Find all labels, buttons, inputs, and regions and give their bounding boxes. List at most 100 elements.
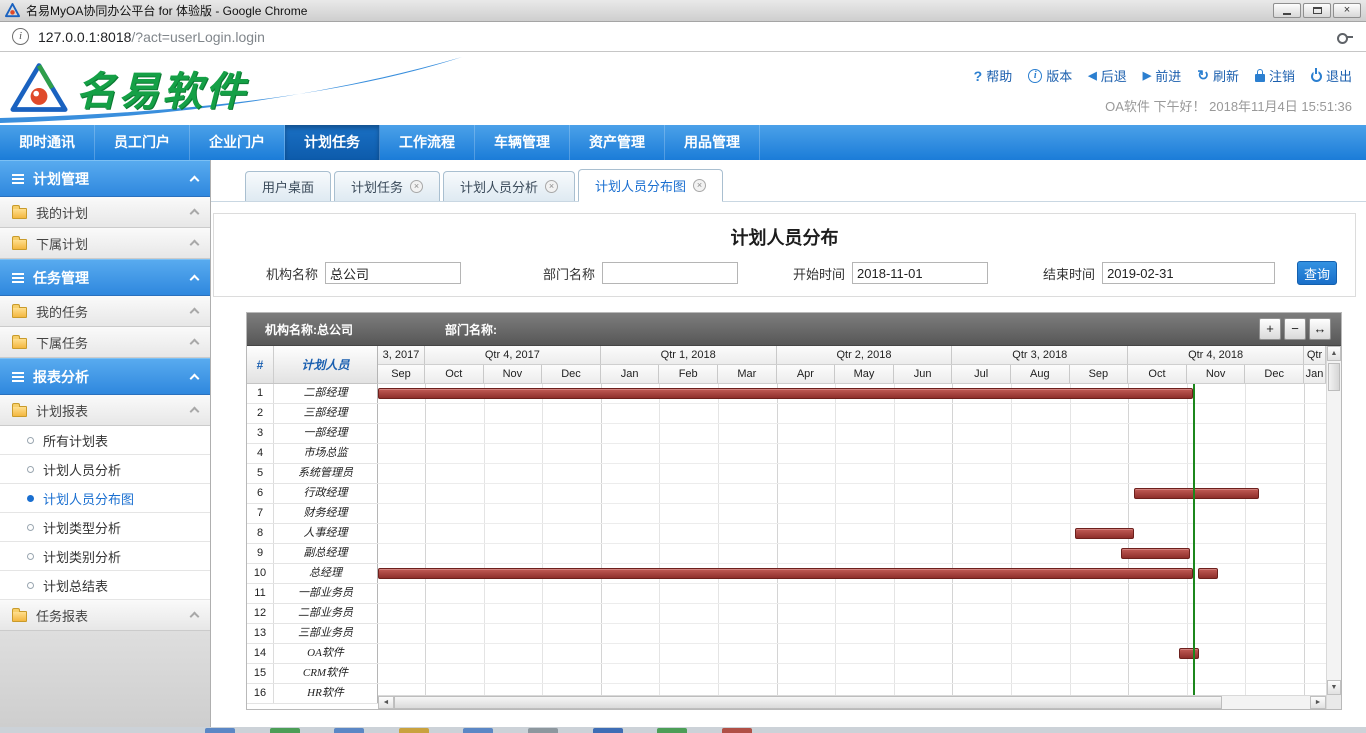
sidebar-item-label: 计划人员分析 [43,460,121,479]
person-row-index: 9 [247,544,274,563]
password-key-icon[interactable] [1336,29,1354,45]
gantt-bar[interactable] [1134,488,1259,499]
person-row[interactable]: 4市场总监 [247,444,378,464]
sidebar-folder-my-plans[interactable]: 我的计划 [0,197,210,228]
url-text[interactable]: 127.0.0.1:8018/?act=userLogin.login [38,29,265,45]
tab-plan-tasks[interactable]: 计划任务× [334,171,440,201]
scroll-down-button[interactable]: ▼ [1327,680,1341,695]
nav-item-employee-portal[interactable]: 员工门户 [95,125,190,160]
sidebar-item-plan-summary-table[interactable]: 计划总结表 [0,571,210,600]
scroll-up-button[interactable]: ▲ [1327,346,1341,361]
gantt-bar[interactable] [1121,548,1190,559]
tab-plan-person-distribution[interactable]: 计划人员分布图× [578,169,723,201]
nav-item-plan-tasks[interactable]: 计划任务 [285,125,380,160]
search-button[interactable]: 查询 [1297,261,1337,285]
person-row[interactable]: 7财务经理 [247,504,378,524]
person-row[interactable]: 10总经理 [247,564,378,584]
taskbar-icon[interactable] [463,728,493,733]
minimize-button[interactable] [1273,3,1301,18]
info-circle-icon: i [1028,69,1042,83]
scroll-left-button[interactable]: ◄ [378,696,394,709]
person-row[interactable]: 13三部业务员 [247,624,378,644]
nav-item-instant-messaging[interactable]: 即时通讯 [0,125,95,160]
dept-name-input[interactable] [602,262,738,284]
person-row[interactable]: 15CRM软件 [247,664,378,684]
header-link-refresh[interactable]: ↻刷新 [1197,66,1239,85]
window-titlebar[interactable]: 名易MyOA协同办公平台 for 体验版 - Google Chrome × [0,0,1366,22]
vertical-scroll-thumb[interactable] [1328,363,1340,391]
browser-address-bar[interactable]: i 127.0.0.1:8018/?act=userLogin.login [0,22,1366,52]
sidebar-folder-plan-reports[interactable]: 计划报表 [0,395,210,426]
gantt-bar[interactable] [378,568,1193,579]
taskbar-icon[interactable] [270,728,300,733]
org-name-input[interactable] [325,262,461,284]
gantt-bar[interactable] [1198,568,1218,579]
page-info-icon[interactable]: i [12,28,29,45]
tab-user-desktop[interactable]: 用户桌面 [245,171,331,201]
start-date-input[interactable] [852,262,988,284]
month-cell: Mar [718,365,777,384]
person-row[interactable]: 16HR软件 [247,684,378,704]
nav-item-vehicle-management[interactable]: 车辆管理 [475,125,570,160]
sidebar-section-report-analysis[interactable]: 报表分析 [0,358,210,395]
end-date-input[interactable] [1102,262,1275,284]
person-row[interactable]: 1二部经理 [247,384,378,404]
vertical-scrollbar[interactable]: ▲ ▼ [1326,346,1341,709]
scroll-right-button[interactable]: ► [1310,696,1326,709]
taskbar-icon[interactable] [528,728,558,733]
zoom-in-button[interactable]: + [1259,318,1281,340]
nav-item-supplies-management[interactable]: 用品管理 [665,125,760,160]
sidebar-item-plan-person-analysis[interactable]: 计划人员分析 [0,455,210,484]
tab-close-icon[interactable]: × [410,180,423,193]
sidebar-item-all-plans-table[interactable]: 所有计划表 [0,426,210,455]
person-row[interactable]: 3一部经理 [247,424,378,444]
tab-close-icon[interactable]: × [693,179,706,192]
sidebar-section-task-management[interactable]: 任务管理 [0,259,210,296]
zoom-out-button[interactable]: − [1284,318,1306,340]
header-link-help[interactable]: ?帮助 [974,66,1013,85]
gantt-bar[interactable] [378,388,1193,399]
nav-item-asset-management[interactable]: 资产管理 [570,125,665,160]
tab-plan-person-analysis[interactable]: 计划人员分析× [443,171,575,201]
gantt-bar[interactable] [1075,528,1134,539]
header-link-exit[interactable]: 退出 [1311,66,1352,85]
maximize-button[interactable] [1303,3,1331,18]
sidebar-item-plan-type-analysis[interactable]: 计划类型分析 [0,513,210,542]
sidebar-folder-subordinate-plans[interactable]: 下属计划 [0,228,210,259]
gantt-bar[interactable] [1179,648,1199,659]
sidebar-item-plan-person-distribution[interactable]: 计划人员分布图 [0,484,210,513]
horizontal-scroll-thumb[interactable] [394,696,1222,709]
person-row[interactable]: 8人事经理 [247,524,378,544]
sidebar-folder-my-tasks[interactable]: 我的任务 [0,296,210,327]
taskbar-icon[interactable] [657,728,687,733]
person-row[interactable]: 6行政经理 [247,484,378,504]
tab-close-icon[interactable]: × [545,180,558,193]
sidebar-folder-subordinate-tasks[interactable]: 下属任务 [0,327,210,358]
fit-width-button[interactable]: ↔ [1309,318,1331,340]
taskbar-icon[interactable] [722,728,752,733]
sidebar-section-plan-management[interactable]: 计划管理 [0,160,210,197]
taskbar-icon[interactable] [593,728,623,733]
taskbar-icon[interactable] [205,728,235,733]
header-link-forward[interactable]: ▶前进 [1143,66,1181,85]
person-row[interactable]: 9副总经理 [247,544,378,564]
person-row[interactable]: 12二部业务员 [247,604,378,624]
sidebar-folder-task-reports[interactable]: 任务报表 [0,600,210,631]
person-row[interactable]: 5系统管理员 [247,464,378,484]
person-row[interactable]: 2三部经理 [247,404,378,424]
taskbar-icon[interactable] [399,728,429,733]
sidebar-item-plan-category-analysis[interactable]: 计划类别分析 [0,542,210,571]
person-row[interactable]: 11一部业务员 [247,584,378,604]
horizontal-scrollbar[interactable]: ◄ ► [378,695,1326,709]
person-row[interactable]: 14OA软件 [247,644,378,664]
person-row-name: HR软件 [274,684,378,703]
sidebar-item-label: 计划类型分析 [43,518,121,537]
header-link-version[interactable]: i版本 [1028,66,1072,85]
vertical-scroll-track[interactable] [1327,361,1341,680]
close-button[interactable]: × [1333,3,1361,18]
header-link-logout[interactable]: 注销 [1255,66,1295,85]
nav-item-enterprise-portal[interactable]: 企业门户 [190,125,285,160]
header-link-back[interactable]: ◀后退 [1088,66,1126,85]
taskbar-icon[interactable] [334,728,364,733]
nav-item-workflow[interactable]: 工作流程 [380,125,475,160]
